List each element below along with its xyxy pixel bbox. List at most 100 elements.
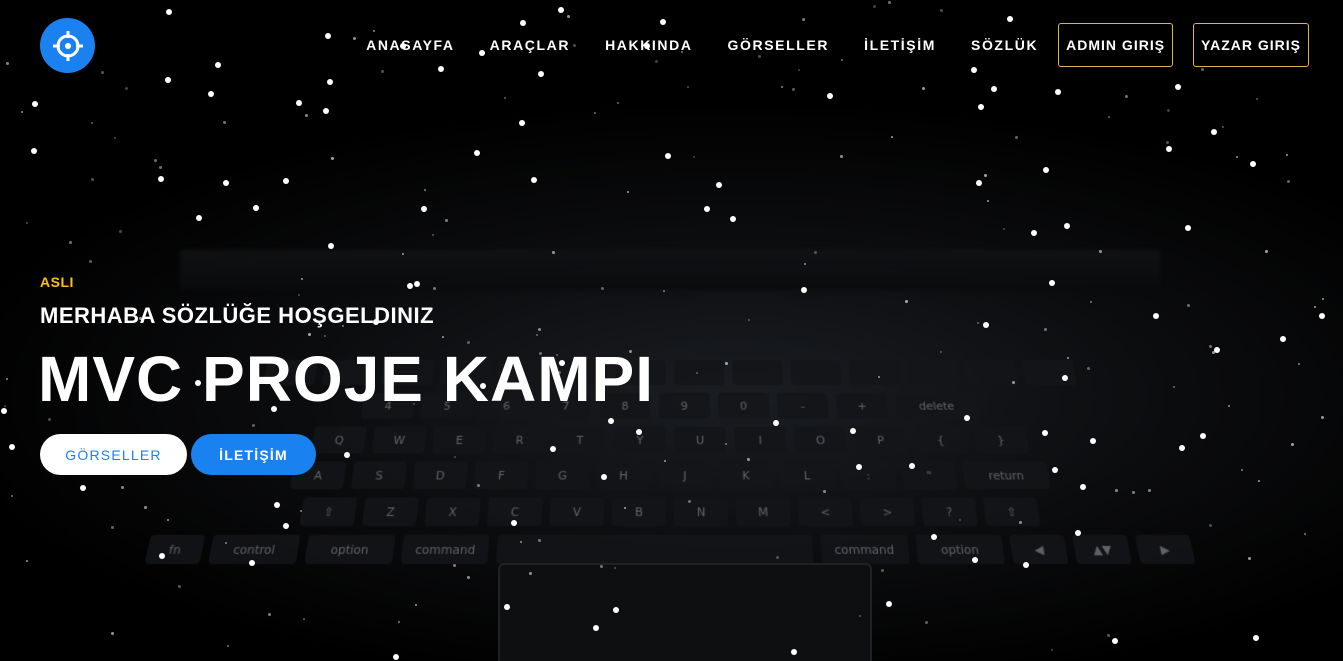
star-particle [859,615,861,617]
star-particle [1166,141,1169,144]
star-particle [791,649,797,655]
star-particle [308,333,311,336]
star-particle [850,428,856,434]
star-particle [111,526,114,529]
author-login-button[interactable]: YAZAR GIRIŞ [1193,23,1309,67]
star-particle [536,334,538,336]
star-particle [931,534,937,540]
star-particle [687,86,689,88]
star-particle [802,18,805,21]
star-particle [891,136,893,138]
star-particle [1321,416,1324,419]
keyboard-key: : [840,461,896,490]
star-particle [600,565,603,568]
keyboard-row: A S D F G H J K L: " return [161,461,1178,490]
star-particle [1148,489,1151,492]
crosshair-target-icon [52,30,83,61]
keyboard-key: R [492,426,547,454]
star-particle [442,336,444,338]
star-particle [6,62,9,65]
keyboard-key: control [207,534,300,565]
star-particle [1291,443,1294,446]
star-particle [125,87,128,90]
star-particle [823,490,826,493]
star-particle [144,506,147,509]
keyboard-key: Z [361,497,419,526]
star-particle [1253,635,1259,641]
star-particle [249,560,255,566]
keyboard-function-row [180,250,1160,290]
star-particle [252,424,255,427]
keyboard-key: 0 [717,392,770,419]
star-particle [959,519,961,521]
star-particle [407,283,413,289]
star-particle [909,463,915,469]
star-particle [1298,363,1300,365]
nav-link-tools[interactable]: ARAÇLAR [490,23,570,67]
star-particle [1175,84,1181,90]
star-particle [268,613,271,616]
logo[interactable] [40,18,95,73]
gallery-button[interactable]: GÖRSELLER [40,434,187,475]
admin-login-button[interactable]: ADMIN GIRIŞ [1058,23,1174,67]
star-particle [725,443,727,445]
star-particle [1042,430,1048,436]
star-particle [1250,161,1256,167]
star-particle [415,604,417,606]
keyboard-key: L [779,461,835,490]
star-particle [1200,433,1206,439]
star-particle [1236,156,1238,158]
star-particle [1248,557,1251,560]
nav-link-about[interactable]: HAKKINDA [605,23,692,67]
star-particle [747,458,750,461]
keyboard-key [496,534,814,565]
star-particle [977,322,979,324]
star-particle [323,108,329,114]
star-particle [1112,638,1118,644]
keyboard-key: { [913,426,969,454]
star-particle [1241,469,1243,471]
star-particle [504,604,510,610]
star-particle [1322,298,1324,300]
star-particle [1,408,7,414]
keyboard-key: T [553,426,607,454]
star-particle [504,97,506,99]
keyboard-key: ◀ [1009,534,1069,565]
star-particle [303,618,305,620]
star-particle [159,166,162,169]
nav-link-gallery[interactable]: GÖRSELLER [728,23,830,67]
star-particle [1211,129,1217,135]
contact-button[interactable]: İLETİŞİM [191,434,316,475]
star-particle [208,91,214,97]
star-particle [300,510,302,512]
keyboard-key [964,360,1018,386]
keyboard-key [732,360,784,386]
star-particle [593,625,599,631]
nav-link-dictionary[interactable]: SÖZLÜK [971,23,1038,67]
hero-section: 4 5 6 7 8 9 0- + delete Q W E R T Y U I O P{} A S D F G H J K L: " re… [0,0,1343,661]
keyboard-key: N [674,497,729,526]
star-particle [922,87,925,90]
star-particle [1228,405,1230,407]
keyboard-key: V [549,497,605,526]
star-particle [296,100,302,106]
keyboard-key: < [797,497,854,526]
keyboard-key: ? [921,497,979,526]
star-particle [9,444,15,450]
nav-link-home[interactable]: ANASAYFA [366,23,455,67]
nav-link-contact[interactable]: İLETİŞİM [864,23,936,67]
star-particle [178,585,181,588]
star-particle [748,319,750,321]
star-particle [873,5,876,8]
star-particle [665,153,671,159]
star-particle [32,101,38,107]
star-particle [453,564,456,567]
keyboard-key: command [400,534,490,565]
star-particle [991,86,997,92]
star-particle [608,418,614,424]
star-particle [1055,89,1061,95]
star-particle [688,500,691,503]
star-particle [325,33,331,39]
star-particle [940,9,943,12]
keyboard-key [790,360,842,386]
